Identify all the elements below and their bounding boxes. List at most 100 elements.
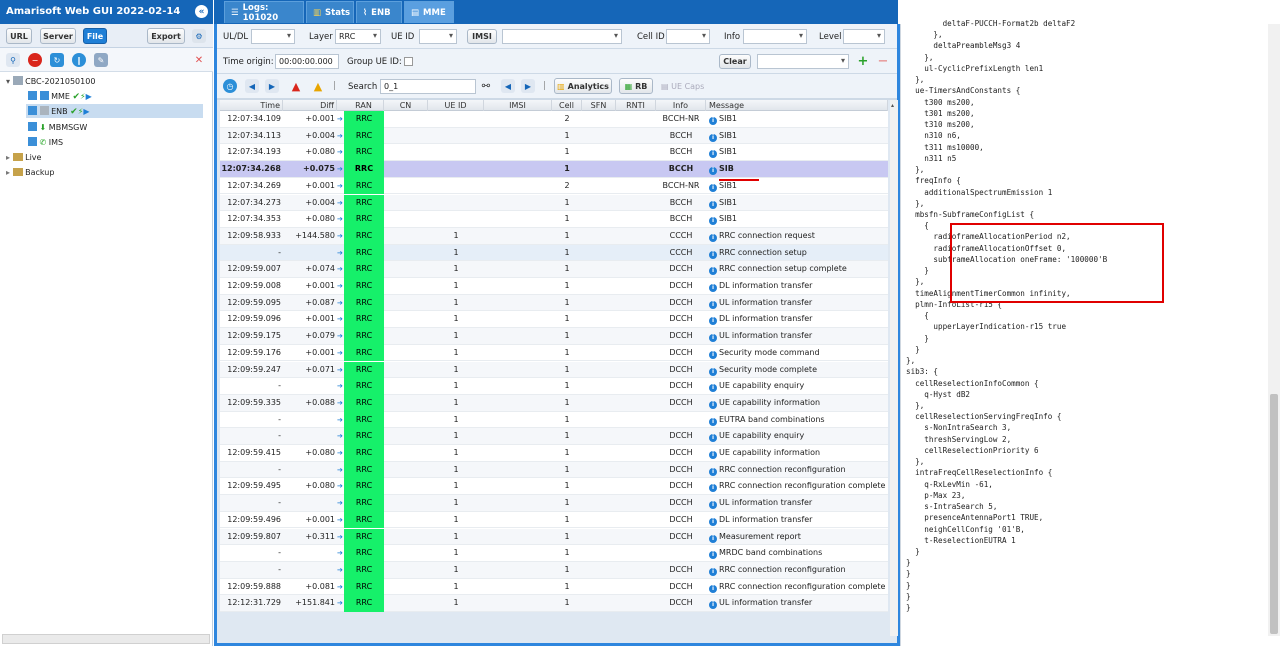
collapse-panel-icon[interactable]: « xyxy=(195,5,208,18)
time-origin-input[interactable]: 00:00:00.000 xyxy=(275,54,339,69)
info-select[interactable] xyxy=(743,29,807,44)
table-row[interactable]: 12:07:34.109 +0.001 RRC 2 BCCH-NR i SIB1 ➔ xyxy=(220,111,888,128)
table-row[interactable]: 12:09:59.888 +0.081 RRC 1 1 DCCH i RRC connecti… xyxy=(220,578,888,596)
cell-diff xyxy=(283,245,337,262)
col-info[interactable]: Info xyxy=(656,100,706,111)
col-cell[interactable]: Cell xyxy=(552,100,582,111)
refresh-icon[interactable]: ↻ xyxy=(50,53,64,67)
layer-select[interactable]: RRC xyxy=(335,29,381,44)
table-row[interactable]: 12:09:59.415 +0.080 RRC 1 1 DCCH i UE capabilit… xyxy=(220,445,888,462)
tree-root[interactable]: ▾ CBC-2021050100 xyxy=(6,76,95,86)
uldl-select[interactable] xyxy=(251,29,295,44)
table-row[interactable]: 12:09:59.495 +0.080 RRC 1 1 DCCH i RRC connecti… xyxy=(220,478,888,496)
rb-button[interactable]: ▦ RB xyxy=(619,78,653,94)
error-icon[interactable]: ▲ xyxy=(289,79,303,93)
table-row[interactable]: 12:09:59.176 +0.001 RRC 1 1 DCCH i Security mod… xyxy=(220,344,888,362)
tree-backup[interactable]: ▸ Backup xyxy=(6,168,54,177)
stop-icon[interactable]: − xyxy=(28,53,42,67)
server-button[interactable]: Server xyxy=(40,28,76,44)
add-icon[interactable]: + xyxy=(857,54,869,69)
table-row[interactable]: - RRC 1 1 DCCH i RRC connection reconfiguratio… xyxy=(220,561,888,579)
tree-item-mbmsgw[interactable]: ⬇ MBMSGW xyxy=(28,122,87,132)
cellid-select[interactable] xyxy=(666,29,710,44)
clock-icon[interactable]: ◷ xyxy=(223,79,237,93)
detail-vscroll[interactable] xyxy=(1268,24,1280,636)
play-icon[interactable]: ▶ xyxy=(83,107,89,116)
tree-item-mme[interactable]: MME ✔⚡▶ xyxy=(28,91,92,102)
col-sfn[interactable]: SFN xyxy=(582,100,616,111)
tab-enb[interactable]: ⌇ ENB xyxy=(356,1,402,23)
table-row[interactable]: - RRC 1 1 DCCH i RRC connection reconfiguratio… xyxy=(220,461,888,479)
uecaps-button[interactable]: ▤ UE Caps xyxy=(661,82,704,91)
tree-item-enb[interactable]: ENB ✔⚡▶ xyxy=(28,106,90,117)
scroll-up-icon[interactable]: ▴ xyxy=(891,102,897,110)
clear-button[interactable]: Clear xyxy=(719,54,751,69)
imsi-button[interactable]: IMSI xyxy=(467,29,497,44)
table-row[interactable]: 12:09:59.096 +0.001 RRC 1 1 DCCH i DL informati… xyxy=(220,311,888,329)
filter-preset-select[interactable] xyxy=(757,54,849,69)
prev-icon[interactable]: ◀ xyxy=(245,79,259,93)
delete-icon[interactable]: ✕ xyxy=(192,53,206,67)
table-row[interactable]: 12:09:58.933 +144.580 RRC 1 1 CCCH i RRC connec… xyxy=(220,227,888,245)
file-button[interactable]: File xyxy=(83,28,107,44)
table-row[interactable]: - RRC 1 1 i MRDC band combinations ➔ xyxy=(220,545,888,562)
table-row[interactable]: 12:12:31.729 +151.841 RRC 1 1 DCCH i UL informa… xyxy=(220,595,888,612)
level-select[interactable] xyxy=(843,29,885,44)
col-ueid[interactable]: UE ID xyxy=(428,100,484,111)
tab-stats[interactable]: ▥ Stats xyxy=(306,1,354,23)
col-imsi[interactable]: IMSI xyxy=(484,100,552,111)
col-rnti[interactable]: RNTI xyxy=(616,100,656,111)
table-row[interactable]: 12:07:34.268 +0.075 RRC 1 BCCH i SIB ➔ xyxy=(220,161,888,178)
table-row[interactable]: 12:09:59.496 +0.001 RRC 1 1 DCCH i DL informati… xyxy=(220,511,888,529)
col-cn[interactable]: CN xyxy=(384,100,428,111)
group-ueid-checkbox[interactable] xyxy=(404,57,413,66)
ueid-select[interactable] xyxy=(419,29,457,44)
analytics-button[interactable]: ▥ Analytics xyxy=(554,78,612,94)
table-row[interactable]: 12:07:34.273 +0.004 RRC 1 BCCH i SIB1 ➔ xyxy=(220,194,888,212)
tab-mme[interactable]: ▤ MME xyxy=(404,1,454,23)
table-row[interactable]: 12:07:34.269 +0.001 RRC 2 BCCH-NR i SIB1 ➔ xyxy=(220,177,888,195)
table-row[interactable]: 12:09:59.247 +0.071 RRC 1 1 DCCH i Security mod… xyxy=(220,361,888,379)
col-time[interactable]: Time xyxy=(220,100,283,111)
table-row[interactable]: 12:09:59.175 +0.079 RRC 1 1 DCCH i UL informati… xyxy=(220,328,888,345)
col-message[interactable]: Message xyxy=(706,100,888,111)
tree-item-ims[interactable]: ✆ IMS xyxy=(28,137,63,147)
table-row[interactable]: - RRC 1 1 DCCH i UE capability enquiry ➔ xyxy=(220,378,888,395)
pause-icon[interactable]: ∥ xyxy=(72,53,86,67)
message-text: SIB1 xyxy=(719,197,738,207)
config-icon[interactable]: ✎ xyxy=(94,53,108,67)
detail-scroll-thumb[interactable] xyxy=(1270,394,1278,634)
settings-icon[interactable]: ⚙ xyxy=(192,29,206,43)
tree-live[interactable]: ▸ Live xyxy=(6,153,41,162)
tab-logs[interactable]: ☰ Logs: 101020 xyxy=(224,1,304,23)
table-row[interactable]: - RRC 1 1 i EUTRA band combinations ➔ xyxy=(220,411,888,429)
warning-icon[interactable]: ▲ xyxy=(311,79,325,93)
left-hscroll[interactable] xyxy=(2,634,210,644)
search-input[interactable]: 0_1 xyxy=(380,79,476,94)
search-next-icon[interactable]: ▶ xyxy=(521,79,535,93)
table-row[interactable]: 12:07:34.353 +0.080 RRC 1 BCCH i SIB1 ➔ xyxy=(220,211,888,228)
table-row[interactable]: - RRC 1 1 CCCH i RRC connection setup ➔ xyxy=(220,244,888,262)
col-ran[interactable]: RAN xyxy=(344,100,384,111)
table-row[interactable]: - RRC 1 1 DCCH i UE capability enquiry ➔ xyxy=(220,428,888,445)
remove-icon[interactable]: − xyxy=(877,54,889,69)
table-row[interactable]: - RRC 1 1 DCCH i UL information transfer ➔ xyxy=(220,495,888,512)
search-icon[interactable]: ⚲ xyxy=(6,53,20,67)
table-row[interactable]: 12:09:59.007 +0.074 RRC 1 1 DCCH i RRC connecti… xyxy=(220,261,888,278)
next-icon[interactable]: ▶ xyxy=(265,79,279,93)
table-row[interactable]: 12:09:59.807 +0.311 RRC 1 1 DCCH i Measurement … xyxy=(220,528,888,546)
col-diff[interactable]: Diff xyxy=(283,100,337,111)
search-prev-icon[interactable]: ◀ xyxy=(501,79,515,93)
table-row[interactable]: 12:09:59.008 +0.001 RRC 1 1 DCCH i DL informati… xyxy=(220,278,888,295)
imsi-select[interactable] xyxy=(502,29,622,44)
binoculars-icon[interactable]: ⚯ xyxy=(479,79,493,93)
grid-vscroll[interactable]: ▴ xyxy=(890,100,898,636)
table-row[interactable]: 12:07:34.193 +0.080 RRC 1 BCCH i SIB1 ➔ xyxy=(220,144,888,162)
cell-time: 12:09:59.496 xyxy=(227,514,281,524)
table-row[interactable]: 12:07:34.113 +0.004 RRC 1 BCCH i SIB1 ➔ xyxy=(220,127,888,145)
export-button[interactable]: Export xyxy=(147,28,185,44)
table-row[interactable]: 12:09:59.335 +0.088 RRC 1 1 DCCH i UE capabilit… xyxy=(220,394,888,412)
table-row[interactable]: 12:09:59.095 +0.087 RRC 1 1 DCCH i UL informati… xyxy=(220,294,888,312)
play-icon[interactable]: ▶ xyxy=(86,92,92,101)
url-button[interactable]: URL xyxy=(6,28,32,44)
